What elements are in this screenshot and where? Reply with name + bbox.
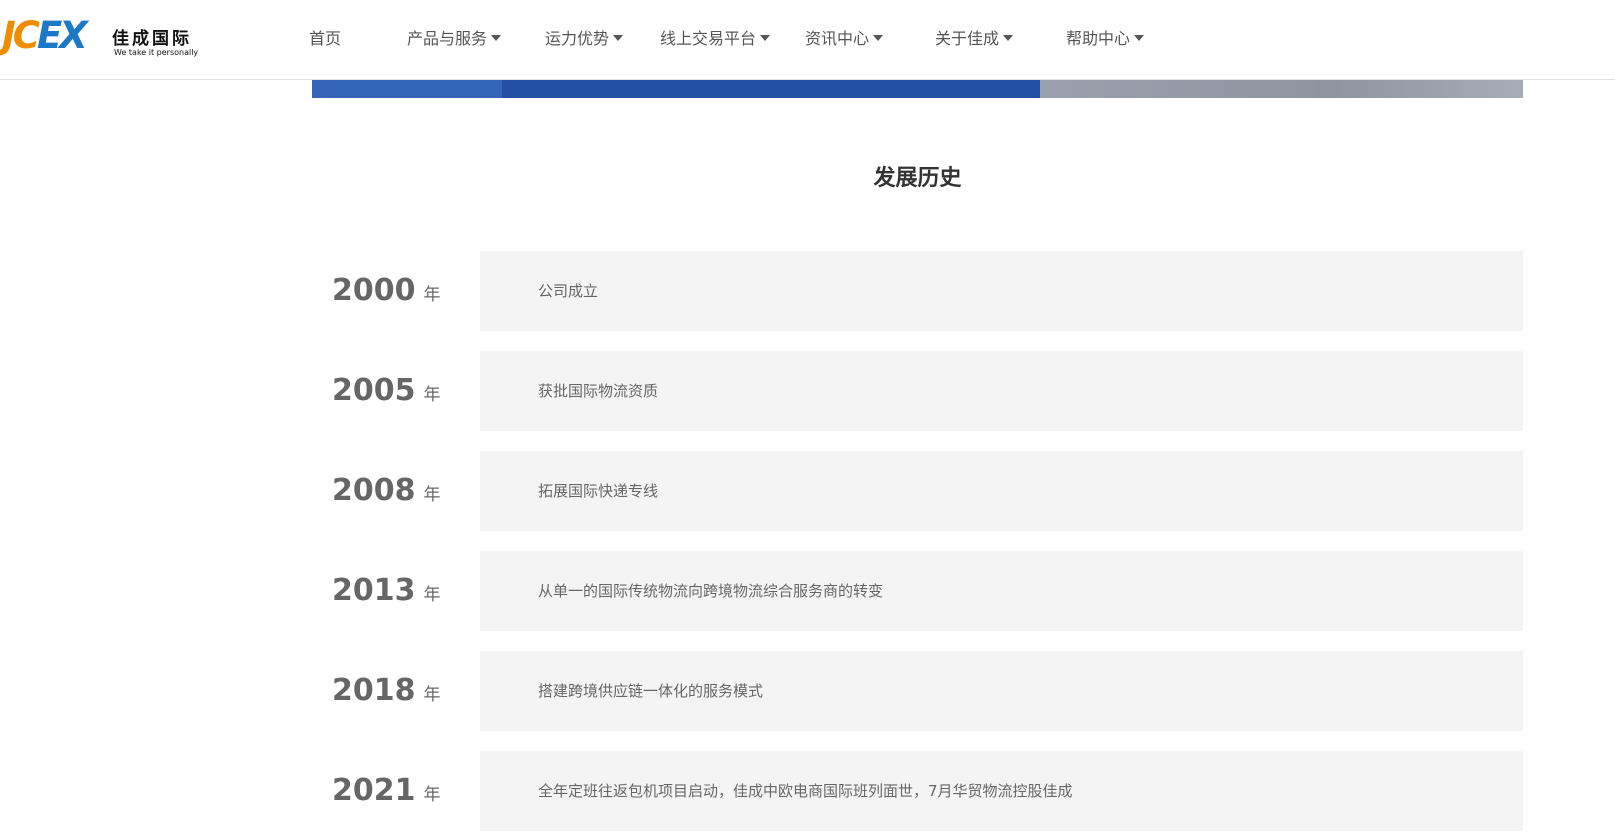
logo-slogan: We take it personally bbox=[114, 48, 199, 57]
history-timeline: 2000 年 公司成立 2005 年 获批国际物流资质 2008 年 拓展国际快递专线… bbox=[312, 251, 1523, 835]
timeline-year: 2021 年 bbox=[332, 773, 441, 808]
timeline-row: 2018 年 搭建跨境供应链一体化的服务模式 bbox=[312, 651, 1523, 731]
timeline-row: 2005 年 获批国际物流资质 bbox=[312, 351, 1523, 431]
caret-down-icon bbox=[613, 34, 624, 41]
caret-down-icon bbox=[491, 34, 502, 41]
timeline-description: 从单一的国际传统物流向跨境物流综合服务商的转变 bbox=[538, 582, 884, 600]
timeline-year: 2013 年 bbox=[332, 573, 441, 608]
caret-down-icon bbox=[1003, 34, 1014, 41]
logo-mark: JCEX bbox=[2, 14, 88, 57]
site-header: JCEX 佳成国际 We take it personally 首页 产品与服务… bbox=[0, 0, 1615, 80]
timeline-year: 2018 年 bbox=[332, 673, 441, 708]
nav-item-home[interactable]: 首页 bbox=[309, 27, 341, 51]
caret-down-icon bbox=[1134, 34, 1145, 41]
timeline-description: 全年定班往返包机项目启动，佳成中欧电商国际班列面世，7月华贸物流控股佳成 bbox=[538, 782, 1073, 800]
timeline-row: 2000 年 公司成立 bbox=[312, 251, 1523, 331]
timeline-description-box: 公司成立 bbox=[480, 251, 1523, 331]
nav-item-capacity[interactable]: 运力优势 bbox=[545, 27, 624, 51]
timeline-description: 公司成立 bbox=[538, 282, 599, 300]
nav-item-products-services[interactable]: 产品与服务 bbox=[407, 27, 502, 51]
caret-down-icon bbox=[760, 34, 771, 41]
logo-chinese-name: 佳成国际 bbox=[112, 29, 192, 49]
nav-item-help[interactable]: 帮助中心 bbox=[1066, 27, 1145, 51]
banner-image bbox=[312, 80, 1523, 98]
timeline-description-box: 从单一的国际传统物流向跨境物流综合服务商的转变 bbox=[480, 551, 1523, 631]
timeline-description-box: 全年定班往返包机项目启动，佳成中欧电商国际班列面世，7月华贸物流控股佳成 bbox=[480, 751, 1523, 831]
timeline-description-box: 拓展国际快递专线 bbox=[480, 451, 1523, 531]
timeline-row: 2021 年 全年定班往返包机项目启动，佳成中欧电商国际班列面世，7月华贸物流控股… bbox=[312, 751, 1523, 831]
timeline-description-box: 搭建跨境供应链一体化的服务模式 bbox=[480, 651, 1523, 731]
timeline-description: 拓展国际快递专线 bbox=[538, 482, 659, 500]
nav-item-about[interactable]: 关于佳成 bbox=[935, 27, 1014, 51]
timeline-row: 2013 年 从单一的国际传统物流向跨境物流综合服务商的转变 bbox=[312, 551, 1523, 631]
timeline-row: 2008 年 拓展国际快递专线 bbox=[312, 451, 1523, 531]
timeline-year: 2005 年 bbox=[332, 373, 441, 408]
nav-item-news[interactable]: 资讯中心 bbox=[805, 27, 884, 51]
timeline-year: 2000 年 bbox=[332, 273, 441, 308]
timeline-year: 2008 年 bbox=[332, 473, 441, 508]
timeline-description-box: 获批国际物流资质 bbox=[480, 351, 1523, 431]
timeline-description: 获批国际物流资质 bbox=[538, 382, 659, 400]
nav-item-online-platform[interactable]: 线上交易平台 bbox=[660, 27, 771, 51]
caret-down-icon bbox=[873, 34, 884, 41]
jcex-logo[interactable]: JCEX 佳成国际 We take it personally bbox=[2, 14, 202, 62]
section-title: 发展历史 bbox=[873, 166, 962, 191]
timeline-description: 搭建跨境供应链一体化的服务模式 bbox=[538, 682, 764, 700]
